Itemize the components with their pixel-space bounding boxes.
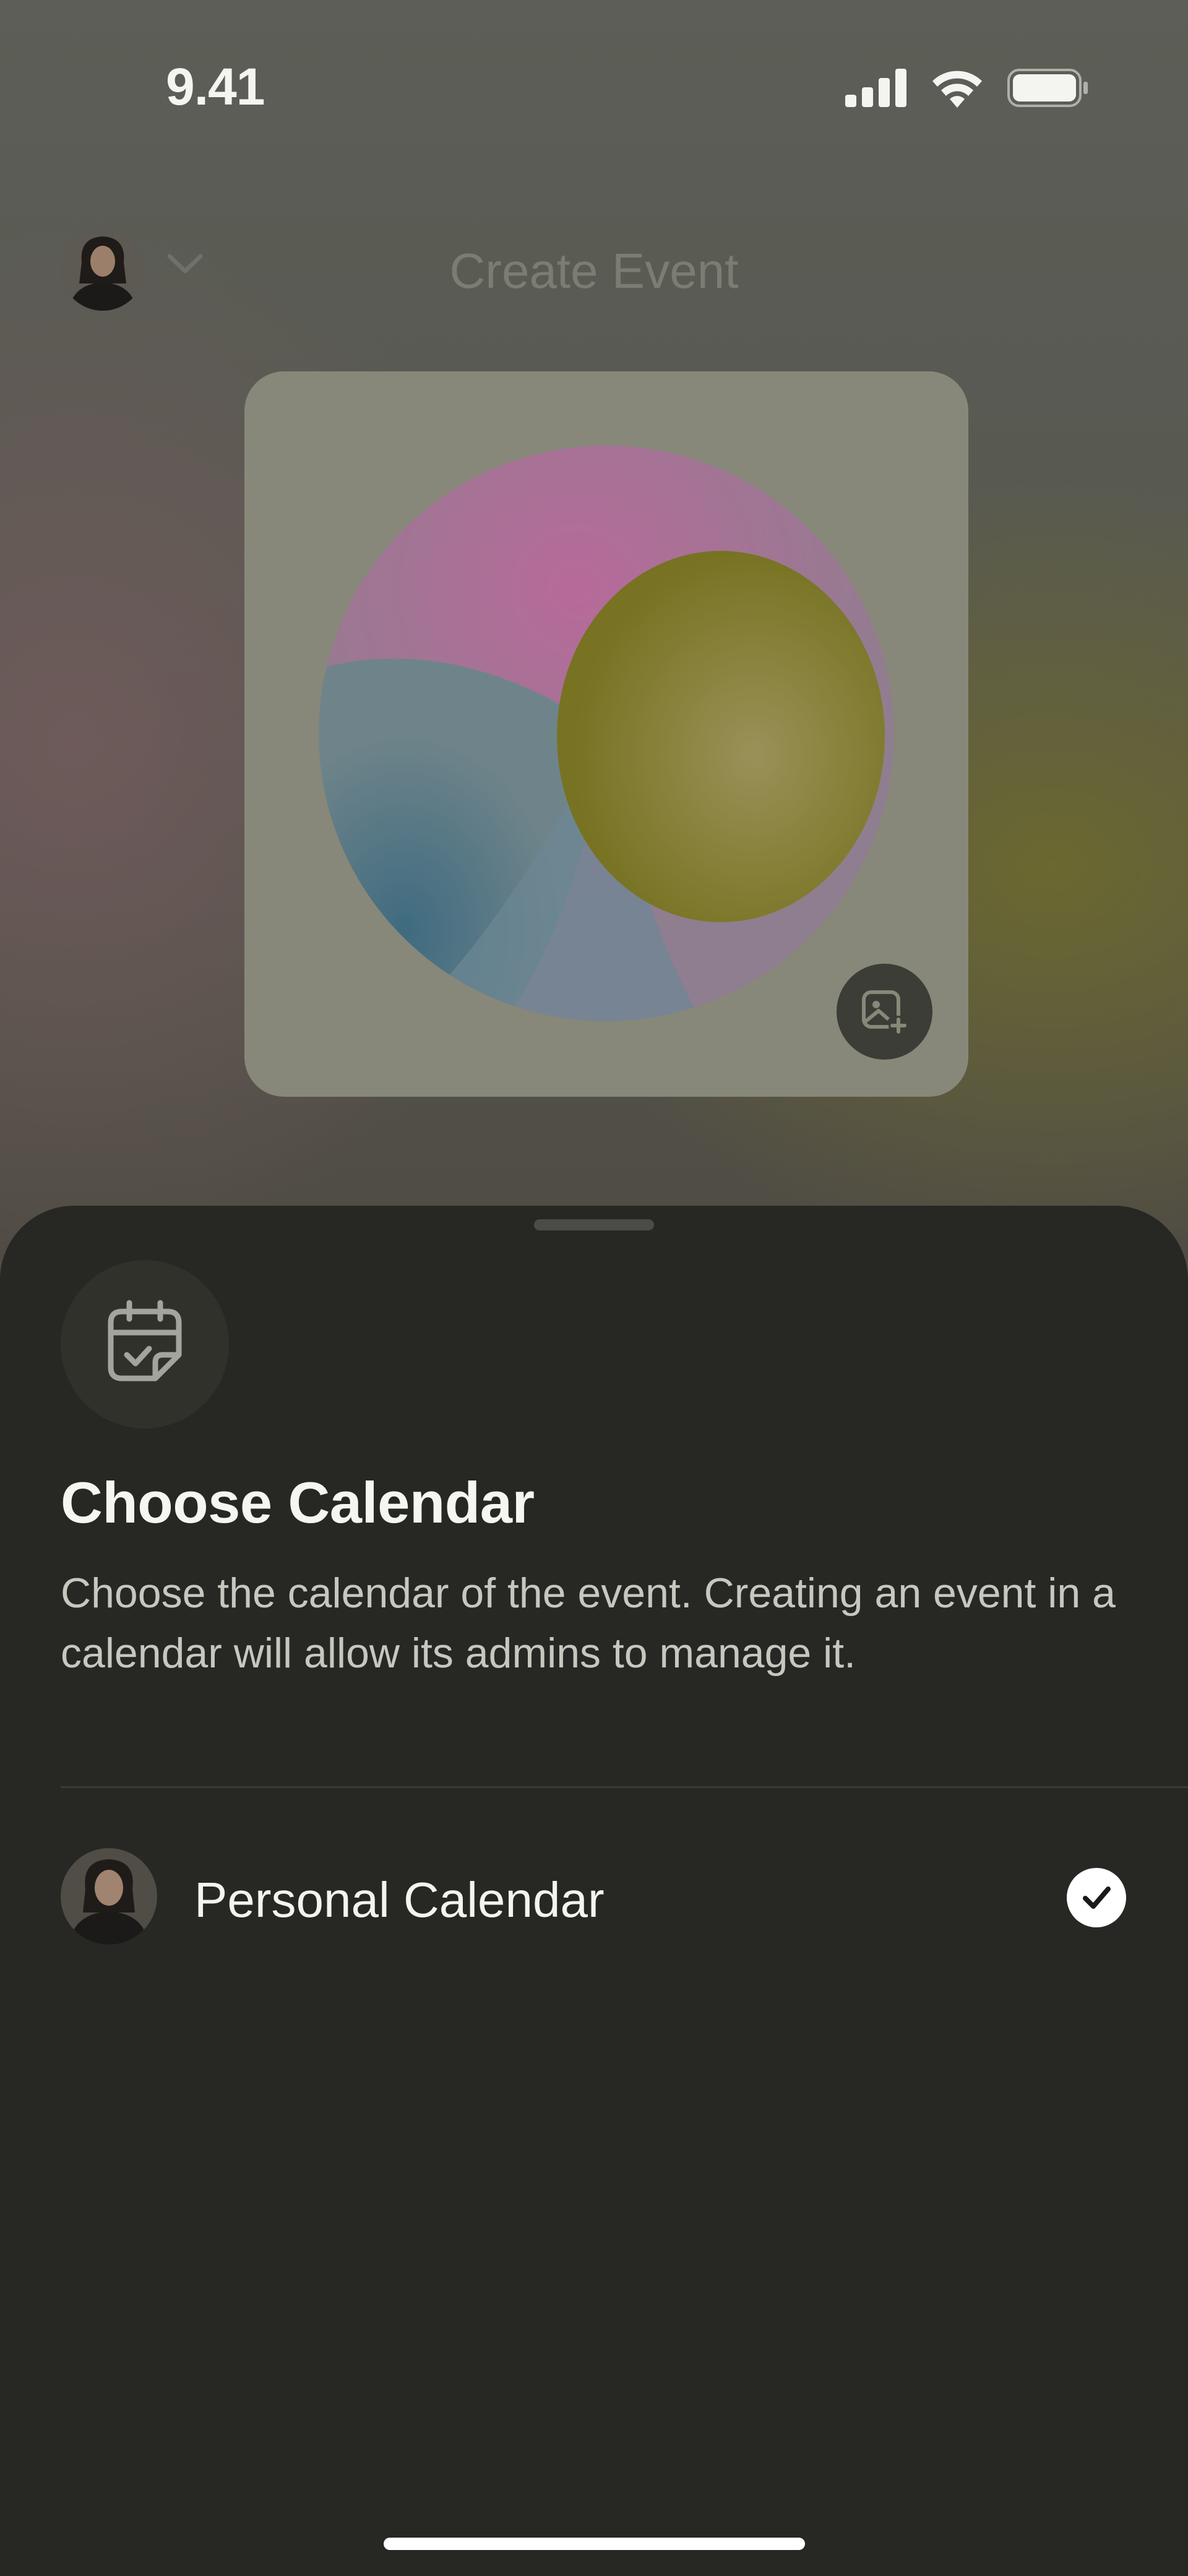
calendar-name: Personal Calendar <box>194 1872 605 1927</box>
change-cover-button[interactable] <box>837 964 932 1060</box>
wifi-icon <box>932 71 982 108</box>
status-bar: 9.41 <box>0 0 1188 173</box>
background-sheet-grabber <box>534 179 654 188</box>
sheet-icon-container <box>61 1260 229 1428</box>
sheet-title: Choose Calendar <box>61 1470 535 1535</box>
checkmark-icon <box>1083 1887 1111 1909</box>
avatar-image <box>61 1848 157 1945</box>
sheet-grabber[interactable] <box>534 1219 654 1230</box>
cellular-signal-icon <box>845 69 906 107</box>
calendar-option-personal[interactable]: Personal Calendar <box>0 1843 1188 1950</box>
status-icons <box>845 68 1089 108</box>
battery-icon <box>1007 69 1088 107</box>
calendar-check-icon <box>108 1300 182 1381</box>
avatar <box>61 1848 157 1945</box>
page-title: Create Event <box>449 243 739 298</box>
create-event-screen: 9.41 Create Event Choose Calendar Choose… <box>0 0 1188 2576</box>
sheet-description: Choose the calendar of the event. Creati… <box>61 1570 1116 1677</box>
home-indicator[interactable] <box>384 2538 805 2550</box>
event-cover-card[interactable] <box>244 371 968 1097</box>
status-time: 9.41 <box>166 58 265 116</box>
cover-art-image <box>319 446 894 1021</box>
image-plus-icon <box>861 990 908 1035</box>
selected-check-icon <box>1067 1868 1126 1927</box>
divider <box>61 1786 1188 1788</box>
